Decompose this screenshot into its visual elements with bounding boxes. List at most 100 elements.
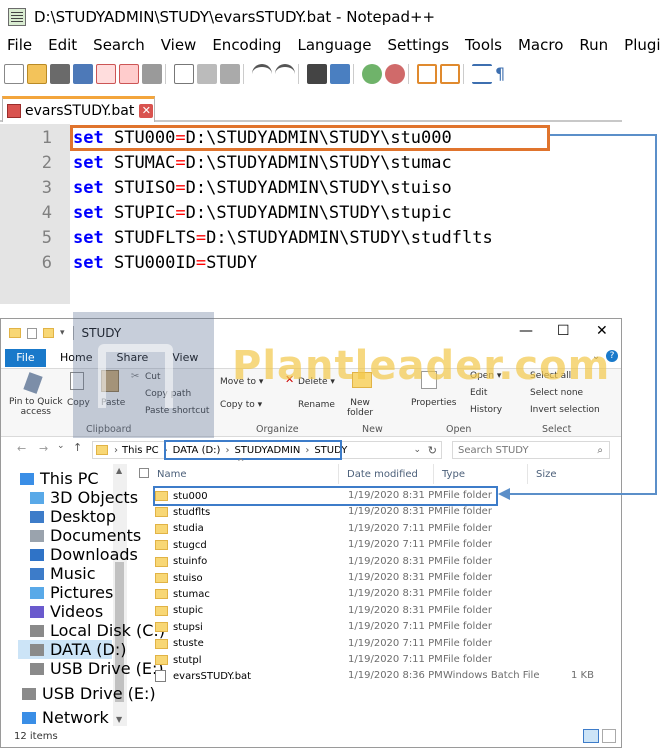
menu-settings[interactable]: Settings bbox=[381, 36, 459, 58]
close-button[interactable]: ✕ bbox=[596, 323, 608, 339]
column-date-modified[interactable]: Date modified bbox=[347, 469, 418, 480]
print-icon[interactable] bbox=[142, 64, 162, 84]
nav-item[interactable]: DATA (D:) bbox=[18, 640, 127, 659]
file-row[interactable]: evarsSTUDY.bat bbox=[155, 668, 251, 684]
scroll-up-icon[interactable]: ▲ bbox=[116, 466, 122, 475]
file-row[interactable]: stuste bbox=[155, 636, 204, 652]
menu-language[interactable]: Language bbox=[290, 36, 380, 58]
nav-item[interactable]: Local Disk (C:) bbox=[30, 621, 165, 640]
new-folder-quick-icon[interactable] bbox=[43, 328, 54, 338]
open-file-icon[interactable] bbox=[27, 64, 47, 84]
nav-item[interactable]: Downloads bbox=[30, 545, 138, 564]
save-icon[interactable] bbox=[50, 64, 70, 84]
close-all-icon[interactable] bbox=[119, 64, 139, 84]
nav-item[interactable]: Videos bbox=[30, 602, 103, 621]
up-arrow-icon[interactable]: ↑ bbox=[73, 441, 82, 454]
refresh-icon[interactable]: ↻ bbox=[428, 444, 437, 457]
tab-file[interactable]: File bbox=[5, 348, 46, 367]
nav-item[interactable]: Documents bbox=[30, 526, 141, 545]
large-icons-view-icon[interactable] bbox=[602, 729, 616, 743]
replace-icon[interactable] bbox=[330, 64, 350, 84]
new-file-icon[interactable] bbox=[4, 64, 24, 84]
file-row[interactable]: stuinfo bbox=[155, 554, 207, 570]
file-row[interactable]: studflts bbox=[155, 504, 210, 520]
rename-button[interactable]: Rename bbox=[298, 400, 335, 410]
file-name: stuste bbox=[173, 638, 204, 650]
properties-quick-icon[interactable] bbox=[27, 327, 37, 339]
nav-item[interactable]: 3D Objects bbox=[30, 488, 138, 507]
file-row[interactable]: stumac bbox=[155, 586, 210, 602]
column-size[interactable]: Size bbox=[536, 469, 557, 480]
file-date-modified: 1/19/2020 7:11 PM bbox=[348, 621, 443, 633]
save-all-icon[interactable] bbox=[73, 64, 93, 84]
nav-item[interactable]: Desktop bbox=[30, 507, 116, 526]
file-name: evarsSTUDY.bat bbox=[173, 670, 252, 682]
pin-to-quick-access-button[interactable]: Pin to Quick access bbox=[9, 397, 63, 417]
indent-guide-icon[interactable] bbox=[472, 64, 492, 84]
recent-dropdown-icon[interactable]: ⌄ bbox=[57, 441, 65, 451]
nav-item[interactable]: This PC bbox=[20, 469, 99, 488]
select-all-checkbox[interactable] bbox=[139, 468, 149, 478]
undo-icon[interactable] bbox=[252, 64, 272, 84]
zoom-in-icon[interactable] bbox=[362, 64, 382, 84]
forward-arrow-icon[interactable]: → bbox=[39, 442, 48, 455]
show-all-chars-icon[interactable]: ¶ bbox=[495, 64, 515, 84]
nav-item-label: 3D Objects bbox=[50, 488, 139, 507]
nav-item[interactable]: Music bbox=[30, 564, 96, 583]
tab-close-icon[interactable]: ✕ bbox=[139, 103, 154, 118]
redo-icon[interactable] bbox=[275, 64, 295, 84]
file-date-modified: 1/19/2020 8:31 PM bbox=[348, 506, 443, 518]
details-view-icon[interactable] bbox=[583, 729, 599, 743]
cut-icon[interactable] bbox=[174, 64, 194, 84]
invert-selection-button[interactable]: Invert selection bbox=[530, 405, 600, 415]
zoom-out-icon[interactable] bbox=[385, 64, 405, 84]
history-button[interactable]: History bbox=[470, 405, 502, 415]
menu-edit[interactable]: Edit bbox=[41, 36, 86, 58]
address-dropdown-icon[interactable]: ⌄ bbox=[413, 445, 421, 455]
search-input[interactable]: Search STUDY ⌕ bbox=[452, 441, 610, 459]
file-row[interactable]: stupsi bbox=[155, 619, 203, 635]
column-type[interactable]: Type bbox=[442, 469, 465, 480]
find-icon[interactable] bbox=[307, 64, 327, 84]
menu-view[interactable]: View bbox=[154, 36, 206, 58]
paste-icon[interactable] bbox=[220, 64, 240, 84]
line-number: 3 bbox=[41, 178, 52, 198]
copy-to-button[interactable]: Copy to ▾ bbox=[220, 400, 262, 410]
file-row[interactable]: stuiso bbox=[155, 570, 203, 586]
minimize-button[interactable]: — bbox=[519, 323, 533, 339]
nav-item[interactable]: Pictures bbox=[30, 583, 113, 602]
copy-icon[interactable] bbox=[197, 64, 217, 84]
column-name[interactable]: Name bbox=[157, 469, 187, 480]
edit-button[interactable]: Edit bbox=[470, 388, 487, 398]
wrap-icon[interactable] bbox=[440, 64, 460, 84]
menu-tools[interactable]: Tools bbox=[458, 36, 511, 58]
address-highlight-box bbox=[164, 440, 342, 460]
nav-item-label: Downloads bbox=[50, 545, 138, 564]
code-variable: STUISO bbox=[113, 178, 176, 198]
nav-item[interactable]: USB Drive (E:) bbox=[30, 659, 164, 678]
menu-run[interactable]: Run bbox=[572, 36, 617, 58]
select-none-button[interactable]: Select none bbox=[530, 388, 583, 398]
file-row[interactable]: studia bbox=[155, 521, 204, 537]
scroll-down-icon[interactable]: ▼ bbox=[116, 715, 122, 724]
back-arrow-icon[interactable]: ← bbox=[17, 442, 26, 455]
menu-search[interactable]: Search bbox=[86, 36, 154, 58]
quick-access-dropdown-icon[interactable]: ▾ bbox=[60, 328, 65, 338]
menu-macro[interactable]: Macro bbox=[511, 36, 572, 58]
file-tab[interactable]: evarsSTUDY.bat ✕ bbox=[2, 96, 155, 122]
properties-button[interactable]: Properties bbox=[411, 398, 456, 408]
file-row[interactable]: stugcd bbox=[155, 537, 207, 553]
nav-item[interactable]: Network bbox=[22, 708, 109, 727]
maximize-button[interactable]: ☐ bbox=[557, 323, 570, 339]
file-row[interactable]: stutpl bbox=[155, 652, 202, 668]
nav-item[interactable]: USB Drive (E:) bbox=[22, 684, 156, 703]
close-icon[interactable] bbox=[96, 64, 116, 84]
new-folder-button[interactable]: New folder bbox=[347, 398, 373, 418]
breadcrumb-this-pc[interactable]: This PC bbox=[122, 445, 159, 456]
sync-scroll-icon[interactable] bbox=[417, 64, 437, 84]
menu-encoding[interactable]: Encoding bbox=[205, 36, 290, 58]
menu-file[interactable]: File bbox=[0, 36, 41, 58]
select-group-label: Select bbox=[542, 424, 572, 435]
file-row[interactable]: stupic bbox=[155, 603, 203, 619]
menu-plugins[interactable]: Plugi bbox=[617, 36, 663, 58]
